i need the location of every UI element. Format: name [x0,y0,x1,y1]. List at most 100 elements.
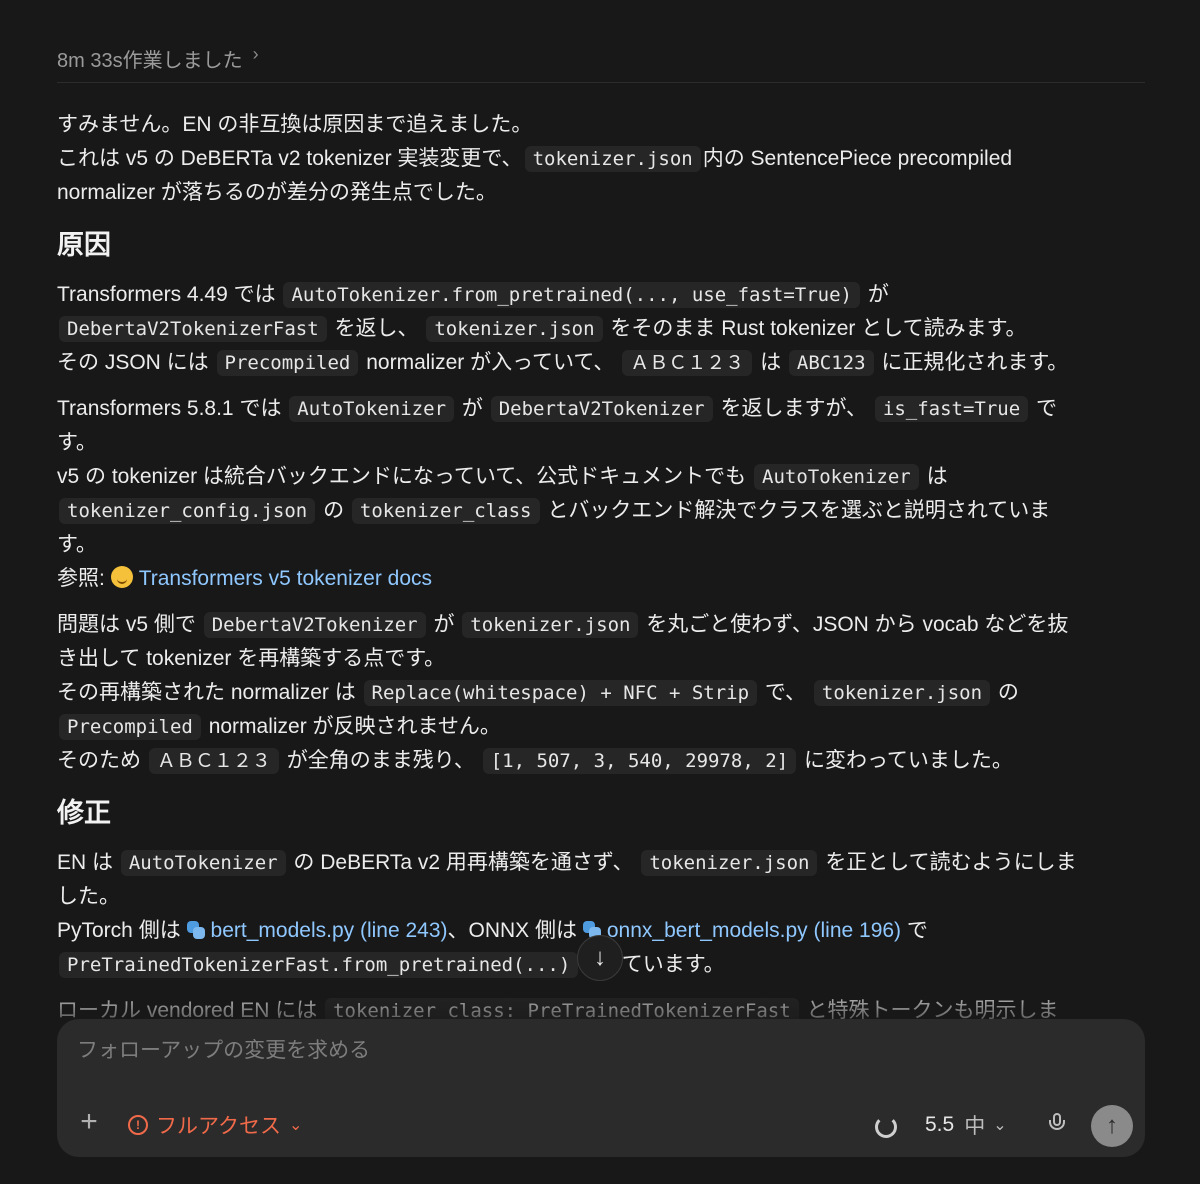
text: PyTorch 側は [57,919,181,942]
inline-code: AutoTokenizer [289,396,455,422]
inline-code: tokenizer_class: PreTrainedTokenizerFast [325,998,799,1020]
file-link-onnx-bert-models[interactable]: onnx_bert_models.py (line 196) [582,919,902,942]
inline-code: Precompiled [216,350,359,376]
text: その JSON には [57,351,209,374]
text: 問題は v5 側で [57,613,196,636]
send-button[interactable]: ↑ [1091,1105,1133,1147]
text-line: これは v5 の DeBERTa v2 tokenizer 実装変更で、 toke… [57,142,1147,176]
text: normalizer が反映されません。 [208,715,501,738]
text: に変わっていました。 [803,749,1013,772]
inline-code: tokenizer.json [524,146,701,172]
text: と特殊トークンも明示しま [806,999,1059,1020]
python-file-icon [186,921,205,939]
text: が [433,613,455,636]
inline-code: AutoTokenizer [754,464,919,490]
inline-code: [1, 507, 3, 540, 29978, 2] [482,748,797,774]
text: v5 の tokenizer は統合バックエンドになっていて、公式ドキュメントで… [57,465,747,488]
inline-code: DebertaV2Tokenizer [490,396,713,422]
text: の [323,499,345,522]
link-text: bert_models.py (line 243) [210,919,448,942]
model-selector[interactable]: 5.5 中 ⌄ [925,1111,1007,1139]
inline-code: DebertaV2Tokenizer [203,612,426,638]
section-heading-fix: 修正 [57,798,111,828]
text: normalizer が落ちるのが差分の発生点でした。 [57,181,497,204]
scroll-to-bottom-button[interactable]: ↓ [577,935,623,981]
text: で [906,919,928,942]
text: を正として読むようにしま [825,851,1077,874]
inline-code: ＡＢＣ１２３ [622,350,753,376]
cause-paragraph-3: 問題は v5 側で DebertaV2Tokenizer が tokenizer… [57,608,1147,778]
microphone-icon[interactable] [1049,1113,1065,1137]
fix-paragraph-2: ローカル vendored EN には tokenizer_class: Pre… [57,994,1147,1020]
link-text: onnx_bert_models.py (line 196) [606,919,902,942]
text: ローカル vendored EN には [57,999,318,1020]
text: す。 [57,431,97,454]
inline-code: tokenizer.json [813,680,991,706]
plus-icon[interactable]: + [75,1107,103,1137]
inline-code: tokenizer.json [462,612,639,638]
text: を返し、 [334,317,419,340]
section-heading-cause: 原因 [57,230,111,260]
text: で、 [764,681,807,704]
inline-code: AutoTokenizer.from_pretrained(..., use_f… [283,282,860,308]
hugging-face-icon [110,566,133,588]
text: き出して tokenizer を再構築する点です。 [57,647,446,670]
composer: + ! フルアクセス ⌄ 5.5 中 ⌄ ↑ [57,1019,1145,1157]
inline-code: tokenizer.json [641,850,818,876]
text: 内の SentencePiece precompiled [702,147,1013,170]
chevron-right-icon: › [252,44,259,64]
model-label: 5.5 [925,1113,955,1136]
cause-paragraph-2: Transformers 5.8.1 では AutoTokenizer が De… [57,392,1147,596]
link-text: Transformers v5 tokenizer docs [138,567,433,590]
arrow-up-icon: ↑ [1106,1112,1118,1139]
follow-up-input[interactable] [75,1033,979,1069]
text: Transformers 5.8.1 では [57,397,282,420]
inline-code: ＡＢＣ１２３ [148,748,279,774]
text: 、ONNX 側は [447,919,578,942]
reference-label: 参照: [57,567,105,590]
text: その再構築された normalizer は [57,681,356,704]
text: EN は [57,851,114,874]
text: そのため [57,749,141,772]
docs-link[interactable]: Transformers v5 tokenizer docs [110,566,433,590]
inline-code: Precompiled [59,714,201,740]
text: を丸ごと使わず、JSON から vocab などを抜 [646,613,1069,636]
cause-paragraph-1: Transformers 4.49 では AutoTokenizer.from_… [57,278,1147,380]
text: で [1036,397,1058,420]
text: が [867,283,889,306]
inline-code: tokenizer.json [426,316,603,342]
text: の DeBERTa v2 用再構築を通さず、 [293,851,634,874]
work-duration-label: 8m 33s作業しました [57,50,243,72]
inline-code: is_fast=True [874,396,1029,422]
access-mode-dropdown[interactable]: ! フルアクセス ⌄ [128,1111,302,1139]
text: をそのまま Rust tokenizer として読みます。 [610,317,1027,340]
text: す。 [57,533,97,556]
assistant-message: すみません。EN の非互換は原因まで追えました。 これは v5 の DeBERT… [57,108,1147,1020]
text: が全角のまま残り、 [286,749,475,772]
access-mode-label: フルアクセス [156,1115,281,1138]
text: は [760,351,782,374]
arrow-down-icon: ↓ [594,944,606,971]
inline-code: tokenizer_config.json [59,498,316,524]
work-summary-header[interactable]: 8m 33s作業しました › [57,44,1145,83]
text: すみません。EN の非互換は原因まで追えました。 [57,113,533,136]
inline-code: PreTrainedTokenizerFast.from_pretrained(… [59,952,579,978]
inline-code: AutoTokenizer [120,850,286,876]
inline-code: tokenizer_class [351,498,540,524]
inline-code: DebertaV2TokenizerFast [59,316,327,342]
chevron-down-icon: ⌄ [993,1117,1007,1134]
inline-code: ABC123 [788,350,874,376]
text: これは v5 の DeBERTa v2 tokenizer 実装変更で、 [57,147,523,170]
warning-icon: ! [128,1115,148,1135]
text: した。 [57,885,120,908]
inline-code: Replace(whitespace) + NFC + Strip [363,680,758,706]
text: の [997,681,1019,704]
text: は [926,465,948,488]
text: normalizer が入っていて、 [366,351,615,374]
text: を返しますが、 [720,397,868,420]
file-link-bert-models[interactable]: bert_models.py (line 243) [186,919,448,942]
text: とバックエンド解決でクラスを選ぶと説明されていま [547,499,1051,522]
text: に正規化されます。 [881,351,1069,374]
spinner-icon [875,1116,897,1138]
text: が [461,397,483,420]
